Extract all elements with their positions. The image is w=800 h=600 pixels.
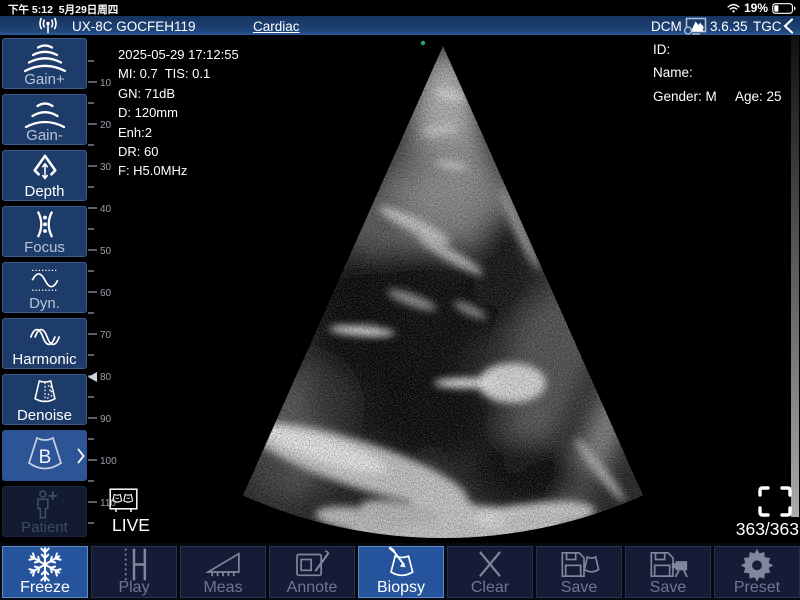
svg-text:100: 100 — [100, 456, 117, 467]
svg-text:80: 80 — [100, 372, 112, 383]
svg-text:60: 60 — [100, 288, 112, 299]
svg-text:90: 90 — [100, 414, 112, 425]
svg-text:30: 30 — [100, 162, 112, 173]
svg-text:50: 50 — [100, 246, 112, 257]
svg-text:B: B — [38, 447, 51, 468]
svg-text:40: 40 — [100, 204, 112, 215]
svg-text:20: 20 — [100, 120, 112, 131]
svg-text:70: 70 — [100, 330, 112, 341]
svg-text:10: 10 — [100, 78, 112, 89]
